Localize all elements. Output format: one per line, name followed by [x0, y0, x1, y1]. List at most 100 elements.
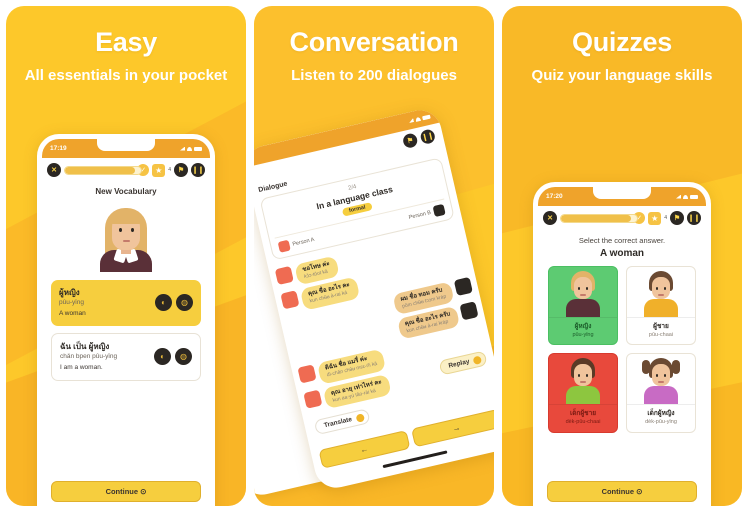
answer-illustration [627, 354, 695, 405]
answer-thai: เด็กผู้ชาย [569, 410, 597, 418]
screenshot-gallery: Easy All essentials in your pocket 17:19 [0, 0, 748, 512]
person-a-label: Person A [277, 234, 316, 253]
status-bar: 17:20 [538, 187, 706, 206]
settings-icon[interactable]: ❙❙ [687, 211, 701, 225]
panel-headline-block: Conversation Listen to 200 dialogues [254, 6, 494, 85]
close-icon[interactable]: ✕ [543, 211, 557, 225]
audio-slow-icon[interactable]: ◐ [155, 294, 172, 312]
vocabulary-illustration [42, 198, 210, 280]
wifi-icon [415, 116, 421, 122]
list-item[interactable]: ฉัน เป็น ผู้หญิง chǎn bpen pûu-yǐng I am… [51, 332, 201, 381]
page-subtitle: All essentials in your pocket [24, 66, 228, 84]
answer-thai: เด็กผู้หญิง [647, 410, 675, 418]
phone-notch [97, 139, 155, 151]
answer-romanization: dèk-pûu-yǐng [645, 419, 677, 426]
person-b-avatar [432, 203, 446, 218]
flag-icon[interactable]: ⚑ [174, 163, 188, 177]
answer-illustration [627, 267, 695, 317]
phone-mockup-easy: 17:19 ✕ ✓ ★ 4 ⚑ ❙❙ New Vocabulary ผู้หญิ… [37, 134, 215, 506]
signal-icon [408, 118, 414, 123]
quiz-answer-option[interactable]: ผู้หญิง pûu-yǐng [548, 266, 618, 346]
answer-illustration [549, 267, 617, 317]
star-icon[interactable]: ★ [152, 163, 166, 177]
audio-normal-icon[interactable]: ◍ [175, 348, 192, 366]
signal-icon [676, 194, 681, 199]
signal-icon [180, 146, 185, 151]
page-subtitle: Listen to 200 dialogues [291, 66, 457, 84]
vocab-romanization: pûu-yǐng [59, 299, 84, 307]
status-time: 17:20 [546, 193, 563, 200]
panel-quizzes: Quizzes Quiz your language skills 17:20 [502, 6, 742, 506]
wifi-icon [683, 194, 688, 199]
arrow-right-icon[interactable]: → [410, 408, 494, 448]
status-icons [676, 194, 698, 199]
quiz-navbar: ✕ ✓ ★ 4 ⚑ ❙❙ [538, 206, 706, 230]
avatar [274, 265, 294, 286]
lesson-progress-bar [64, 165, 143, 175]
phone-mockup-quiz: 17:20 ✕ ✓ ★ 4 ⚑ ❙❙ Select the correct an… [533, 182, 711, 506]
avatar [453, 276, 473, 296]
panel-easy: Easy All essentials in your pocket 17:19 [6, 6, 246, 506]
lesson-navbar: ✕ ✓ ★ 4 ⚑ ❙❙ [42, 158, 210, 182]
replay-icon [472, 355, 483, 366]
flag-icon[interactable]: ⚑ [401, 132, 419, 150]
page-subtitle: Quiz your language skills [531, 66, 713, 84]
panel-conversation: Conversation Listen to 200 dialogues ⚑ ❙… [254, 6, 494, 506]
avatar [280, 290, 300, 310]
person-a-avatar [277, 239, 291, 253]
answer-romanization: pûu-yǐng [572, 332, 594, 339]
panel-headline-block: Easy All essentials in your pocket [6, 6, 246, 85]
audio-normal-icon[interactable]: ◍ [176, 294, 193, 312]
answer-romanization: pûu-chaai [648, 332, 674, 339]
battery-icon [194, 146, 202, 151]
star-count: 4 [664, 215, 667, 221]
answer-thai: ผู้ชาย [653, 323, 669, 330]
quiz-answer-option[interactable]: เด็กผู้ชาย dèk-pûu-chaai [548, 353, 618, 433]
avatar [297, 364, 317, 384]
settings-icon[interactable]: ❙❙ [191, 163, 205, 177]
star-count: 4 [168, 167, 171, 173]
quiz-progress-bar [560, 213, 639, 223]
phone-notch [593, 187, 651, 199]
continue-label: Continue [601, 487, 635, 496]
continue-button[interactable]: Continue ⊙ [547, 481, 697, 502]
wifi-icon [187, 146, 192, 151]
panel-headline-block: Quizzes Quiz your language skills [502, 6, 742, 85]
status-time: 17:19 [50, 145, 67, 152]
vocab-thai: ผู้หญิง [59, 288, 80, 297]
close-icon[interactable]: ✕ [47, 163, 61, 177]
home-indicator [382, 450, 448, 469]
battery-icon [421, 114, 431, 120]
continue-button[interactable]: Continue ⊙ [51, 481, 201, 502]
quiz-answer-option[interactable]: ผู้ชาย pûu-chaai [626, 266, 696, 346]
audio-slow-icon[interactable]: ◐ [154, 348, 171, 366]
avatar [303, 389, 323, 409]
vocabulary-list: ผู้หญิง pûu-yǐng A woman ◐ ◍ ฉัน เป็น ผู… [42, 280, 210, 381]
continue-label: Continue [105, 487, 139, 496]
vocab-translation: A woman [59, 309, 86, 317]
list-item[interactable]: ผู้หญิง pûu-yǐng A woman ◐ ◍ [51, 280, 201, 326]
person-b-label: Person B [408, 203, 446, 223]
vocab-translation: I am a woman. [60, 363, 103, 371]
quiz-answer-grid: ผู้หญิง pûu-yǐng ผู้ชาย pûu-chaai เด็กผู… [538, 266, 706, 433]
quiz-prompt: Select the correct answer. [578, 236, 666, 245]
star-icon[interactable]: ★ [648, 211, 662, 225]
status-icons [180, 146, 202, 151]
status-bar: 17:19 [42, 139, 210, 158]
answer-thai: ผู้หญิง [574, 323, 592, 330]
translate-icon [355, 413, 365, 423]
page-title: Conversation [289, 27, 459, 57]
screen-title: New Vocabulary [95, 187, 157, 196]
flag-icon[interactable]: ⚑ [670, 211, 684, 225]
page-title: Easy [95, 27, 157, 57]
page-title: Quizzes [572, 27, 672, 57]
vocab-thai: ฉัน เป็น ผู้หญิง [60, 341, 110, 351]
avatar [459, 301, 479, 321]
answer-illustration [549, 354, 617, 405]
settings-icon[interactable]: ❙❙ [419, 128, 437, 146]
quiz-answer-option[interactable]: เด็กผู้หญิง dèk-pûu-yǐng [626, 353, 696, 433]
vocab-romanization: chǎn bpen pûu-yǐng [60, 353, 118, 361]
battery-icon [690, 194, 698, 199]
quiz-question: A woman [599, 248, 645, 259]
answer-romanization: dèk-pûu-chaai [565, 419, 601, 426]
